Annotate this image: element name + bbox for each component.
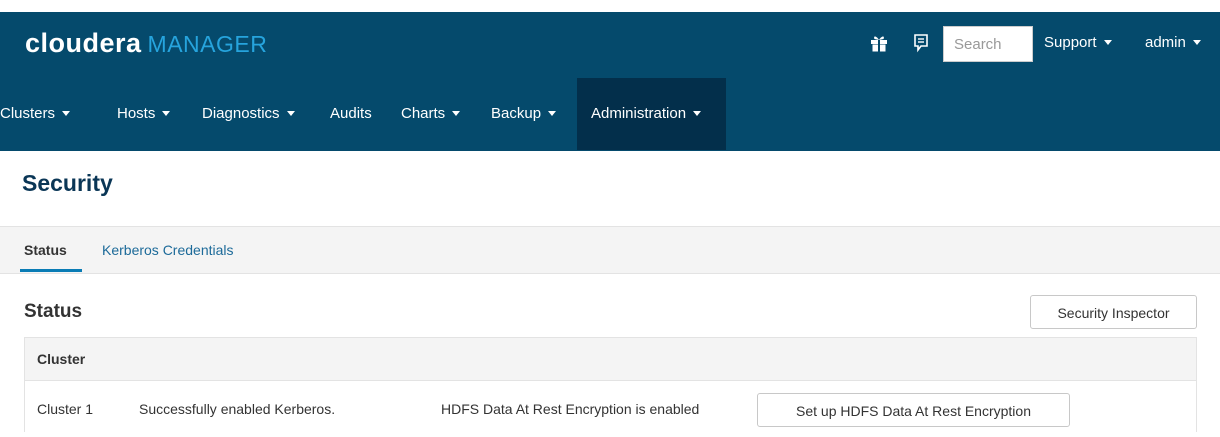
kerberos-status: Successfully enabled Kerberos. — [139, 401, 336, 417]
cluster-name[interactable]: Cluster 1 — [37, 381, 93, 437]
gift-icon[interactable] — [870, 34, 888, 52]
caret-down-icon — [548, 110, 557, 116]
caret-down-icon — [1103, 39, 1112, 45]
nav-diagnostics[interactable]: Diagnostics — [202, 78, 295, 150]
nav-label: Backup — [491, 105, 542, 122]
caret-down-icon — [1192, 39, 1201, 45]
caret-down-icon — [162, 110, 171, 116]
notification-icon[interactable] — [912, 33, 930, 53]
cloudera-logo[interactable]: cloudera MANAGER — [25, 28, 267, 64]
nav-label: Hosts — [117, 105, 156, 122]
active-tab-indicator — [20, 269, 82, 272]
support-menu[interactable]: Support — [1044, 34, 1112, 51]
nav-label: Administration — [591, 105, 687, 122]
logo-brand: cloudera — [25, 28, 142, 58]
caret-down-icon — [286, 110, 295, 116]
nav-label: Diagnostics — [202, 105, 280, 122]
top-header: clouderaMANAGER Support admin Clusters H… — [0, 12, 1220, 151]
nav-backup[interactable]: Backup — [491, 78, 557, 150]
logo-product: MANAGER — [147, 31, 268, 57]
caret-down-icon — [62, 110, 71, 116]
nav-label: Clusters — [0, 105, 56, 122]
search-input[interactable] — [943, 26, 1033, 62]
setup-hdfs-encryption-button[interactable]: Set up HDFS Data At Rest Encryption — [757, 393, 1070, 427]
nav-audits[interactable]: Audits — [330, 78, 372, 150]
user-menu[interactable]: admin — [1145, 34, 1201, 51]
column-header-cluster: Cluster — [37, 351, 86, 367]
status-section-title: Status — [24, 301, 83, 322]
nav-hosts[interactable]: Hosts — [117, 78, 171, 150]
tab-status[interactable]: Status — [24, 227, 67, 273]
nav-label: Audits — [330, 105, 372, 122]
tab-kerberos-credentials[interactable]: Kerberos Credentials — [102, 227, 234, 273]
nav-clusters[interactable]: Clusters — [0, 78, 71, 150]
caret-down-icon — [452, 110, 461, 116]
caret-down-icon — [693, 110, 702, 116]
nav-label: Charts — [401, 105, 446, 122]
table-header: Cluster — [24, 337, 1197, 381]
hdfs-encryption-status: HDFS Data At Rest Encryption is enabled — [441, 401, 700, 417]
support-label: Support — [1044, 34, 1097, 51]
page-title: Security — [22, 170, 113, 196]
user-label: admin — [1145, 34, 1186, 51]
security-inspector-button[interactable]: Security Inspector — [1030, 295, 1197, 329]
nav-administration[interactable]: Administration — [577, 78, 726, 150]
tab-bar: Status Kerberos Credentials — [0, 226, 1220, 274]
nav-charts[interactable]: Charts — [401, 78, 461, 150]
